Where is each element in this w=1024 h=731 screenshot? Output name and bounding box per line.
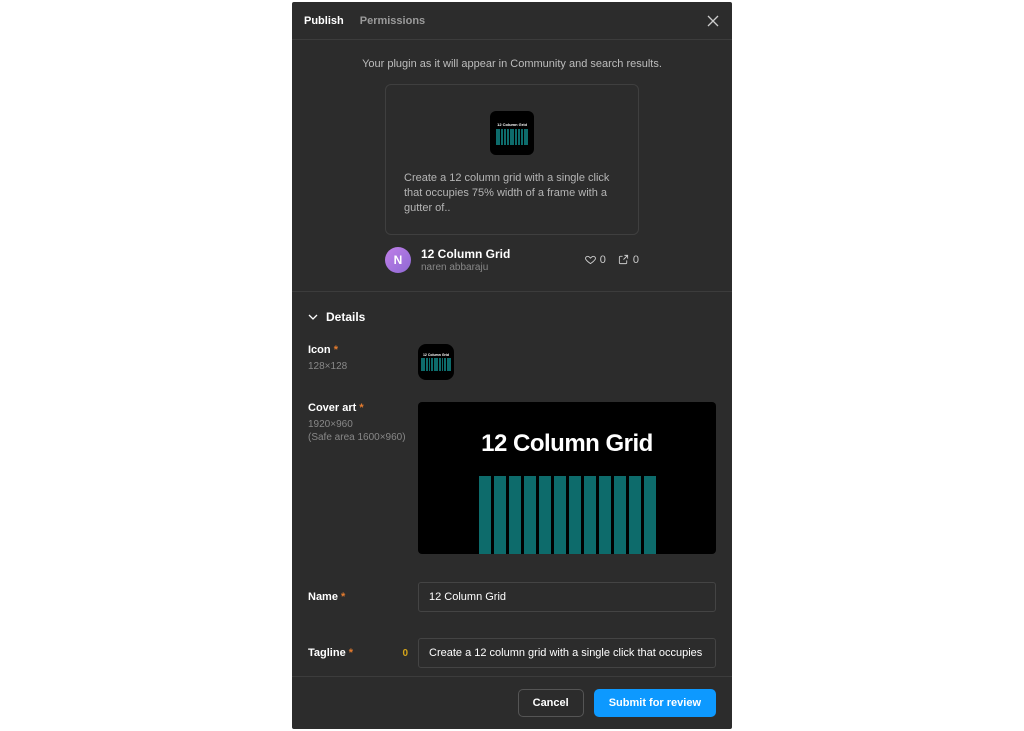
close-button[interactable]	[706, 14, 720, 28]
name-input[interactable]	[418, 582, 716, 612]
name-row: Name *	[292, 576, 732, 618]
cover-art-uploader[interactable]: 12 Column Grid	[418, 402, 716, 554]
publish-modal: Publish Permissions Your plugin as it wi…	[292, 2, 732, 729]
plugin-author: naren abbaraju	[421, 262, 575, 273]
tagline-row: Tagline * 0	[292, 632, 732, 674]
icon-label: Icon *	[308, 344, 338, 356]
like-count[interactable]: 0	[585, 254, 606, 266]
icon-sub: 128×128	[308, 360, 408, 373]
modal-header: Publish Permissions	[292, 2, 732, 40]
icon-row: Icon * 128×128 12 Column Grid	[292, 338, 732, 386]
cover-sub: 1920×960 (Safe area 1600×960)	[308, 418, 408, 444]
cover-label: Cover art *	[308, 402, 364, 414]
tab-publish[interactable]: Publish	[304, 15, 344, 27]
tab-permissions[interactable]: Permissions	[360, 15, 425, 27]
heart-icon	[585, 254, 596, 265]
tagline-input[interactable]	[418, 638, 716, 668]
tagline-counter: 0	[402, 648, 408, 659]
name-label: Name *	[308, 591, 345, 603]
cancel-button[interactable]: Cancel	[518, 689, 584, 717]
icon-uploader[interactable]: 12 Column Grid	[418, 344, 454, 380]
close-icon	[707, 15, 719, 27]
preview-description: Create a 12 column grid with a single cl…	[404, 171, 620, 216]
preview-card: 12 Column Grid Create a 12 column grid w…	[385, 84, 639, 235]
details-section-header[interactable]: Details	[292, 292, 732, 338]
plugin-title: 12 Column Grid	[421, 247, 575, 261]
share-count[interactable]: 0	[618, 254, 639, 266]
preview-meta: N 12 Column Grid naren abbaraju 0 0	[385, 247, 639, 291]
intro-text: Your plugin as it will appear in Communi…	[292, 40, 732, 84]
preview-icon: 12 Column Grid	[490, 111, 534, 155]
share-icon	[618, 254, 629, 265]
modal-footer: Cancel Submit for review	[292, 676, 732, 729]
tagline-label: Tagline *	[308, 647, 353, 659]
avatar: N	[385, 247, 411, 273]
submit-button[interactable]: Submit for review	[594, 689, 716, 717]
cover-art-row: Cover art * 1920×960 (Safe area 1600×960…	[292, 396, 732, 560]
chevron-down-icon	[308, 312, 318, 322]
modal-body: Your plugin as it will appear in Communi…	[292, 40, 732, 676]
